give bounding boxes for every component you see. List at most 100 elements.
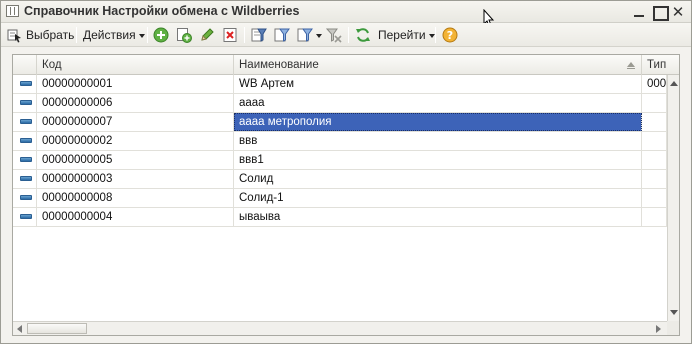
cell-code[interactable]: 00000000005: [37, 151, 234, 169]
add-copy-button[interactable]: [176, 26, 192, 44]
table-row[interactable]: 00000000007 аааа метрополия: [13, 113, 667, 132]
row-icon-cell: [13, 94, 37, 112]
title-bar[interactable]: Справочник Настройки обмена с Wildberrie…: [1, 1, 691, 23]
row-icon-cell: [13, 151, 37, 169]
header-icon-column: [13, 55, 37, 75]
chevron-down-icon: [138, 33, 145, 38]
refresh-icon: [356, 28, 370, 42]
cell-code[interactable]: 00000000002: [37, 132, 234, 150]
row-icon-cell: [13, 208, 37, 226]
filter-button[interactable]: [251, 26, 267, 44]
clear-filter-icon: [326, 28, 342, 43]
edit-button[interactable]: [199, 26, 215, 44]
catalog-item-icon: [20, 100, 32, 105]
catalog-item-icon: [20, 176, 32, 181]
filter-by-value-icon: [274, 28, 290, 42]
cell-name[interactable]: WB Артем: [234, 75, 642, 93]
scroll-right-icon[interactable]: [656, 325, 661, 333]
chevron-down-icon: [316, 33, 322, 38]
cell-type[interactable]: [642, 189, 667, 207]
cell-type[interactable]: [642, 208, 667, 226]
table-row[interactable]: 00000000002 ввв: [13, 132, 667, 151]
cell-name[interactable]: ввв: [234, 132, 642, 150]
add-button[interactable]: [153, 26, 169, 44]
delete-icon: [223, 28, 237, 42]
add-icon: [153, 27, 169, 43]
cell-type[interactable]: [642, 151, 667, 169]
cell-code[interactable]: 00000000001: [37, 75, 234, 93]
select-button-label: Выбрать: [26, 28, 75, 42]
sort-ascending-icon: [627, 62, 635, 69]
horizontal-scrollbar[interactable]: [13, 321, 667, 335]
cell-code[interactable]: 00000000006: [37, 94, 234, 112]
cell-type[interactable]: [642, 170, 667, 188]
svg-text:?: ?: [447, 29, 453, 42]
cell-type[interactable]: [642, 94, 667, 112]
table-row[interactable]: 00000000003 Солид: [13, 170, 667, 189]
edit-icon: [201, 28, 214, 41]
cell-code[interactable]: 00000000003: [37, 170, 234, 188]
column-header-name[interactable]: Наименование: [234, 55, 642, 75]
catalog-item-icon: [20, 195, 32, 200]
table-row[interactable]: 00000000006 аааа: [13, 94, 667, 113]
toolbar-separator: [435, 27, 436, 43]
column-header-code[interactable]: Код: [37, 55, 234, 75]
scrollbar-corner: [667, 321, 679, 335]
chevron-down-icon: [428, 33, 435, 38]
cell-type[interactable]: [642, 132, 667, 150]
scroll-up-icon[interactable]: [670, 81, 678, 86]
table-row[interactable]: 00000000005 ввв1: [13, 151, 667, 170]
catalog-item-icon: [20, 119, 32, 124]
vertical-scrollbar[interactable]: [667, 75, 679, 321]
actions-menu-label: Действия: [83, 28, 136, 42]
actions-menu-button[interactable]: Действия: [83, 26, 145, 44]
minimize-icon[interactable]: [631, 4, 647, 20]
catalog-table[interactable]: Код Наименование Тип 00000000001 WB Артем…: [12, 54, 680, 336]
catalog-item-icon: [20, 214, 32, 219]
select-button[interactable]: Выбрать: [6, 26, 74, 44]
scroll-left-icon[interactable]: [17, 325, 22, 333]
form-window: Справочник Настройки обмена с Wildberrie…: [0, 0, 692, 344]
row-icon-cell: [13, 170, 37, 188]
cell-code[interactable]: 00000000004: [37, 208, 234, 226]
help-button[interactable]: ?: [442, 26, 458, 44]
toolbar-separator: [147, 27, 148, 43]
table-row[interactable]: 00000000001 WB Артем 000: [13, 75, 667, 94]
cell-code[interactable]: 00000000007: [37, 113, 234, 131]
cell-type[interactable]: 000: [642, 75, 667, 93]
cell-name[interactable]: ываыва: [234, 208, 642, 226]
maximize-icon[interactable]: [651, 4, 669, 21]
cell-type[interactable]: [642, 113, 667, 131]
row-icon-cell: [13, 189, 37, 207]
table-row[interactable]: 00000000008 Солид-1: [13, 189, 667, 208]
cell-name[interactable]: аааа: [234, 94, 642, 112]
toolbar-separator: [244, 27, 245, 43]
cell-name[interactable]: Солид-1: [234, 189, 642, 207]
row-icon-cell: [13, 113, 37, 131]
refresh-button[interactable]: [355, 26, 371, 44]
scroll-down-icon[interactable]: [670, 310, 678, 315]
column-header-type[interactable]: Тип: [642, 55, 679, 75]
help-icon: ?: [442, 27, 458, 43]
goto-menu-button[interactable]: Перейти: [378, 26, 435, 44]
filter-by-value-button[interactable]: [274, 26, 290, 44]
clear-filter-button[interactable]: [326, 26, 342, 44]
cell-code[interactable]: 00000000008: [37, 189, 234, 207]
add-copy-icon: [177, 28, 192, 43]
horizontal-scroll-thumb[interactable]: [27, 323, 87, 334]
catalog-item-icon: [20, 157, 32, 162]
catalog-item-icon: [20, 138, 32, 143]
cell-name[interactable]: Солид: [234, 170, 642, 188]
column-header-name-label: Наименование: [239, 59, 319, 71]
close-icon[interactable]: ✕: [670, 4, 686, 20]
row-icon-cell: [13, 132, 37, 150]
cell-name[interactable]: аааа метрополия: [234, 113, 642, 131]
toolbar-separator: [348, 27, 349, 43]
cell-name[interactable]: ввв1: [234, 151, 642, 169]
table-row[interactable]: 00000000004 ываыва: [13, 208, 667, 227]
table-header: Код Наименование Тип: [13, 55, 679, 75]
goto-menu-label: Перейти: [378, 28, 426, 42]
filter-history-button[interactable]: [297, 26, 322, 44]
row-icon-cell: [13, 75, 37, 93]
delete-button[interactable]: [222, 26, 238, 44]
